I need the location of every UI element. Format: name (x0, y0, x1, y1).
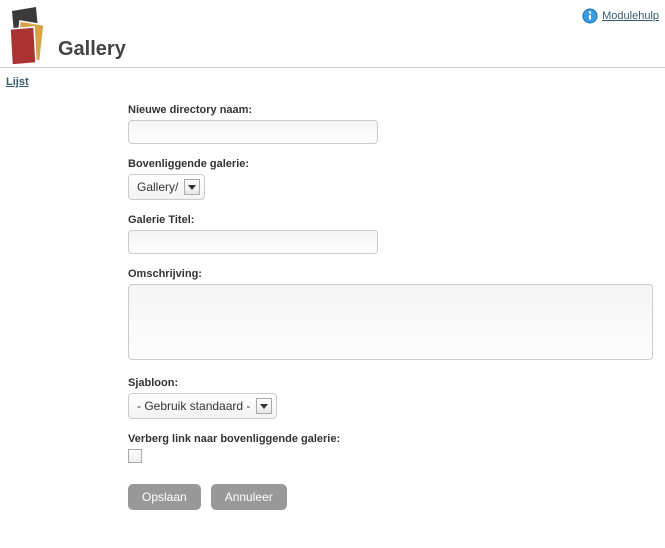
chevron-down-icon (184, 179, 200, 195)
description-label: Omschrijving: (128, 268, 659, 280)
template-select[interactable]: - Gebruik standaard - (128, 393, 277, 419)
parent-gallery-selected: Gallery/ (137, 180, 184, 194)
cancel-button[interactable]: Annuleer (211, 484, 287, 510)
directory-name-input[interactable] (128, 120, 378, 144)
field-gallery-title: Galerie Titel: (128, 214, 659, 254)
page-header: Gallery Modulehulp (0, 0, 665, 68)
field-hide-link: Verberg link naar bovenliggende galerie: (128, 433, 659, 466)
gallery-logo-icon (6, 7, 54, 65)
page-title: Gallery (58, 38, 126, 65)
description-textarea[interactable] (128, 284, 653, 360)
module-help-link[interactable]: Modulehulp (582, 4, 659, 24)
gallery-title-input[interactable] (128, 230, 378, 254)
field-description: Omschrijving: (128, 268, 659, 363)
template-label: Sjabloon: (128, 377, 659, 389)
field-template: Sjabloon: - Gebruik standaard - (128, 377, 659, 419)
save-button[interactable]: Opslaan (128, 484, 201, 510)
parent-gallery-select[interactable]: Gallery/ (128, 174, 205, 200)
hide-link-checkbox[interactable] (128, 449, 142, 463)
button-row: Opslaan Annuleer (128, 484, 659, 510)
field-parent-gallery: Bovenliggende galerie: Gallery/ (128, 158, 659, 200)
field-directory-name: Nieuwe directory naam: (128, 104, 659, 144)
template-selected: - Gebruik standaard - (137, 399, 256, 413)
directory-name-label: Nieuwe directory naam: (128, 104, 659, 116)
parent-gallery-label: Bovenliggende galerie: (128, 158, 659, 170)
form-area: Nieuwe directory naam: Bovenliggende gal… (0, 94, 665, 516)
info-icon (582, 8, 598, 24)
list-link[interactable]: Lijst (6, 76, 29, 88)
header-left: Gallery (6, 7, 126, 65)
hide-link-label: Verberg link naar bovenliggende galerie: (128, 433, 659, 445)
chevron-down-icon (256, 398, 272, 414)
module-help-label: Modulehulp (602, 10, 659, 22)
gallery-title-label: Galerie Titel: (128, 214, 659, 226)
nav-bar: Lijst (0, 68, 665, 94)
